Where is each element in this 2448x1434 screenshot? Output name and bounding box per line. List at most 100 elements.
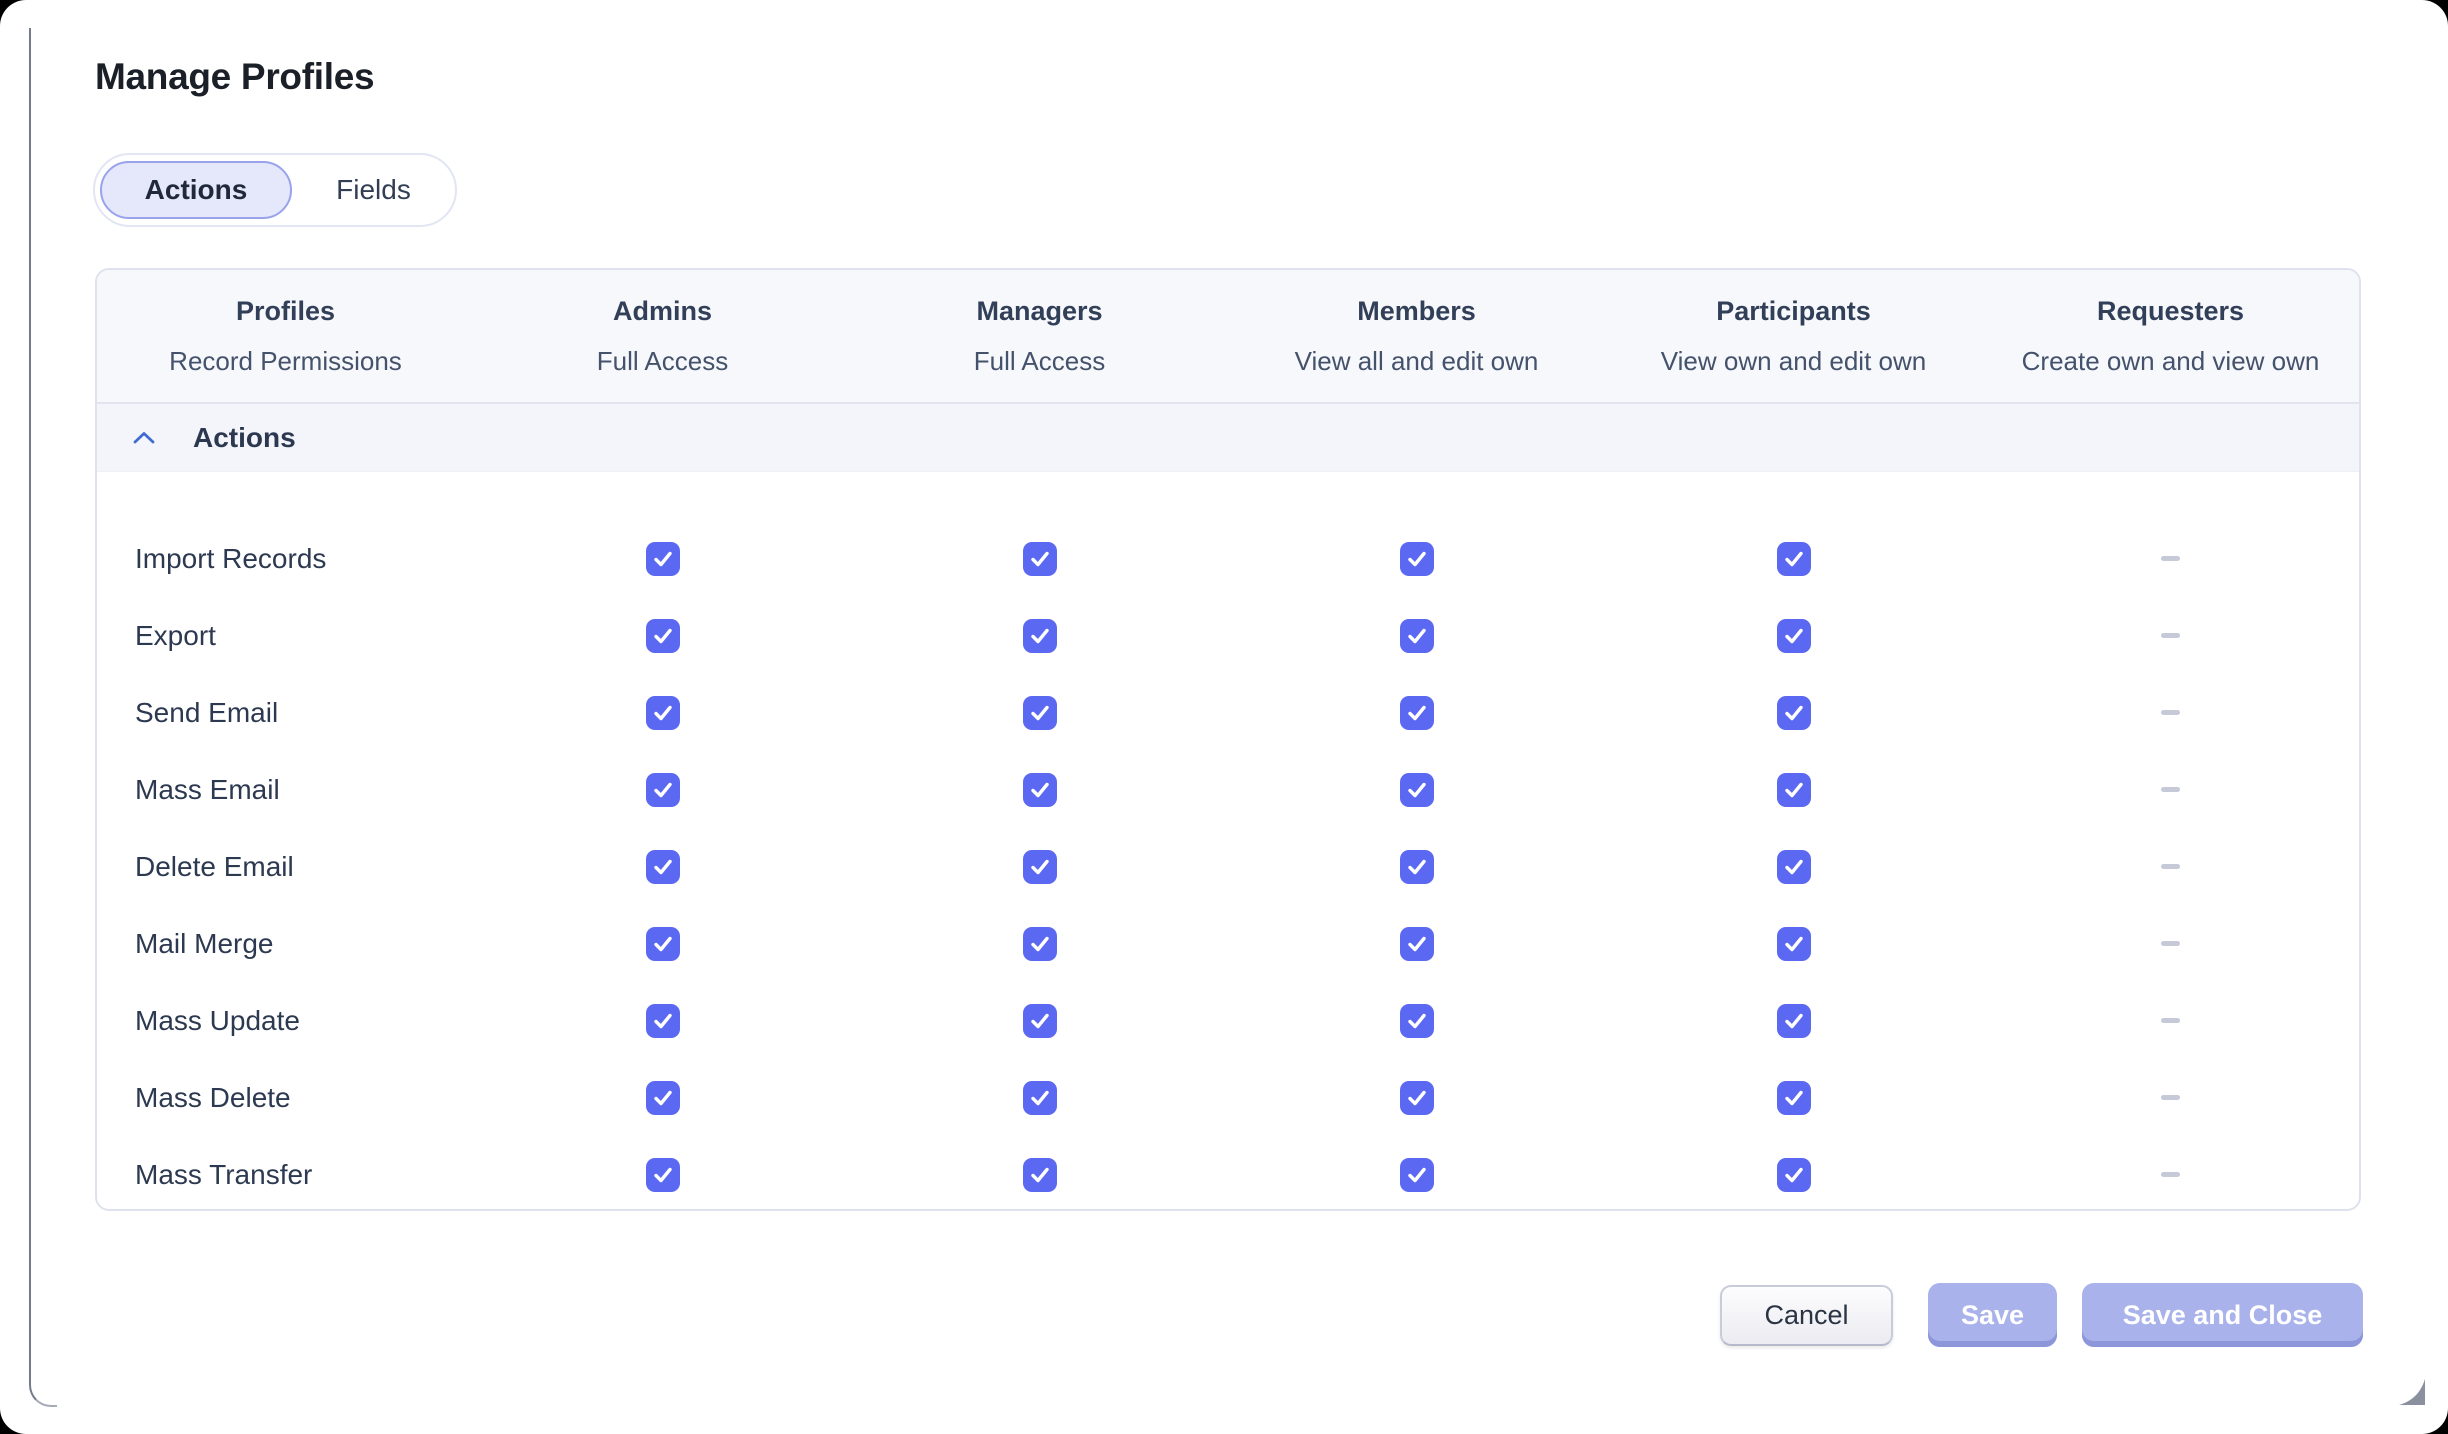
tab-group: Actions Fields [93,153,457,227]
column-header-requesters: Requesters Create own and view own [1982,270,2359,402]
checkbox-members[interactable] [1400,927,1434,961]
checkbox-requesters-disabled [2154,927,2188,961]
table-header: Profiles Record Permissions Admins Full … [97,270,2359,404]
column-header-profiles: Profiles Record Permissions [97,270,474,402]
checkbox-requesters-disabled [2154,542,2188,576]
checkbox-members[interactable] [1400,696,1434,730]
column-name: Requesters [2097,296,2244,327]
cancel-button[interactable]: Cancel [1720,1285,1893,1346]
checkbox-requesters-disabled [2154,850,2188,884]
checkbox-managers[interactable] [1023,1158,1057,1192]
checkbox-members[interactable] [1400,1004,1434,1038]
column-subtitle: Full Access [597,346,729,377]
page-title: Manage Profiles [95,56,374,98]
column-header-admins: Admins Full Access [474,270,851,402]
dash-icon [2161,556,2180,561]
checkbox-admins[interactable] [646,773,680,807]
checkbox-managers[interactable] [1023,1081,1057,1115]
column-name: Managers [976,296,1102,327]
permissions-table: Profiles Record Permissions Admins Full … [95,268,2361,1211]
checkbox-members[interactable] [1400,1081,1434,1115]
checkbox-managers[interactable] [1023,542,1057,576]
checkbox-requesters-disabled [2154,1004,2188,1038]
checkbox-participants[interactable] [1777,696,1811,730]
resize-cursor-icon [2398,1379,2428,1407]
column-subtitle: Create own and view own [2022,346,2320,377]
row-label: Send Email [97,697,474,729]
checkbox-managers[interactable] [1023,927,1057,961]
table-row: Send Email [97,674,2359,751]
actions-section-header[interactable]: Actions [97,404,2359,472]
checkbox-managers[interactable] [1023,850,1057,884]
checkbox-participants[interactable] [1777,1081,1811,1115]
row-label: Import Records [97,543,474,575]
checkbox-participants[interactable] [1777,850,1811,884]
checkbox-admins[interactable] [646,1158,680,1192]
checkbox-requesters-disabled [2154,696,2188,730]
checkbox-participants[interactable] [1777,542,1811,576]
dash-icon [2161,787,2180,792]
row-label: Mass Update [97,1005,474,1037]
checkbox-members[interactable] [1400,1158,1434,1192]
checkbox-requesters-disabled [2154,1158,2188,1192]
checkbox-managers[interactable] [1023,1004,1057,1038]
table-row: Mail Merge [97,905,2359,982]
column-subtitle: Full Access [974,346,1106,377]
dash-icon [2161,633,2180,638]
checkbox-admins[interactable] [646,1004,680,1038]
section-label: Actions [193,422,296,454]
checkbox-requesters-disabled [2154,619,2188,653]
dash-icon [2161,1018,2180,1023]
column-header-participants: Participants View own and edit own [1605,270,1982,402]
checkbox-participants[interactable] [1777,1158,1811,1192]
save-button[interactable]: Save [1928,1283,2057,1347]
checkbox-admins[interactable] [646,542,680,576]
app-window: Manage Profiles Actions Fields Profiles … [0,0,2448,1434]
chevron-up-icon[interactable] [133,431,155,445]
column-name: Participants [1716,296,1871,327]
dash-icon [2161,941,2180,946]
checkbox-admins[interactable] [646,850,680,884]
dash-icon [2161,864,2180,869]
checkbox-participants[interactable] [1777,619,1811,653]
checkbox-admins[interactable] [646,619,680,653]
column-header-members: Members View all and edit own [1228,270,1605,402]
table-row: Export [97,597,2359,674]
row-label: Delete Email [97,851,474,883]
tab-fields[interactable]: Fields [292,161,455,219]
checkbox-participants[interactable] [1777,1004,1811,1038]
permission-rows: Import Records Export Send Email [97,472,2359,1211]
table-row: Mass Email [97,751,2359,828]
column-subtitle: View all and edit own [1295,346,1539,377]
dash-icon [2161,1172,2180,1177]
checkbox-requesters-disabled [2154,773,2188,807]
checkbox-managers[interactable] [1023,696,1057,730]
dash-icon [2161,710,2180,715]
row-label: Mass Transfer [97,1159,474,1191]
save-and-close-button[interactable]: Save and Close [2082,1283,2363,1347]
table-row: Delete Email [97,828,2359,905]
column-name: Profiles [236,296,335,327]
checkbox-participants[interactable] [1777,773,1811,807]
row-label: Export [97,620,474,652]
row-label: Mail Merge [97,928,474,960]
checkbox-requesters-disabled [2154,1081,2188,1115]
tab-actions[interactable]: Actions [100,161,292,219]
checkbox-members[interactable] [1400,773,1434,807]
row-label: Mass Delete [97,1082,474,1114]
checkbox-managers[interactable] [1023,619,1057,653]
checkbox-members[interactable] [1400,542,1434,576]
column-subtitle: View own and edit own [1661,346,1926,377]
checkbox-managers[interactable] [1023,773,1057,807]
checkbox-participants[interactable] [1777,927,1811,961]
window-frame-border [29,28,57,1407]
checkbox-admins[interactable] [646,696,680,730]
table-row: Import Records [97,520,2359,597]
checkbox-admins[interactable] [646,1081,680,1115]
column-name: Members [1357,296,1476,327]
dash-icon [2161,1095,2180,1100]
column-name: Admins [613,296,712,327]
checkbox-admins[interactable] [646,927,680,961]
checkbox-members[interactable] [1400,619,1434,653]
checkbox-members[interactable] [1400,850,1434,884]
